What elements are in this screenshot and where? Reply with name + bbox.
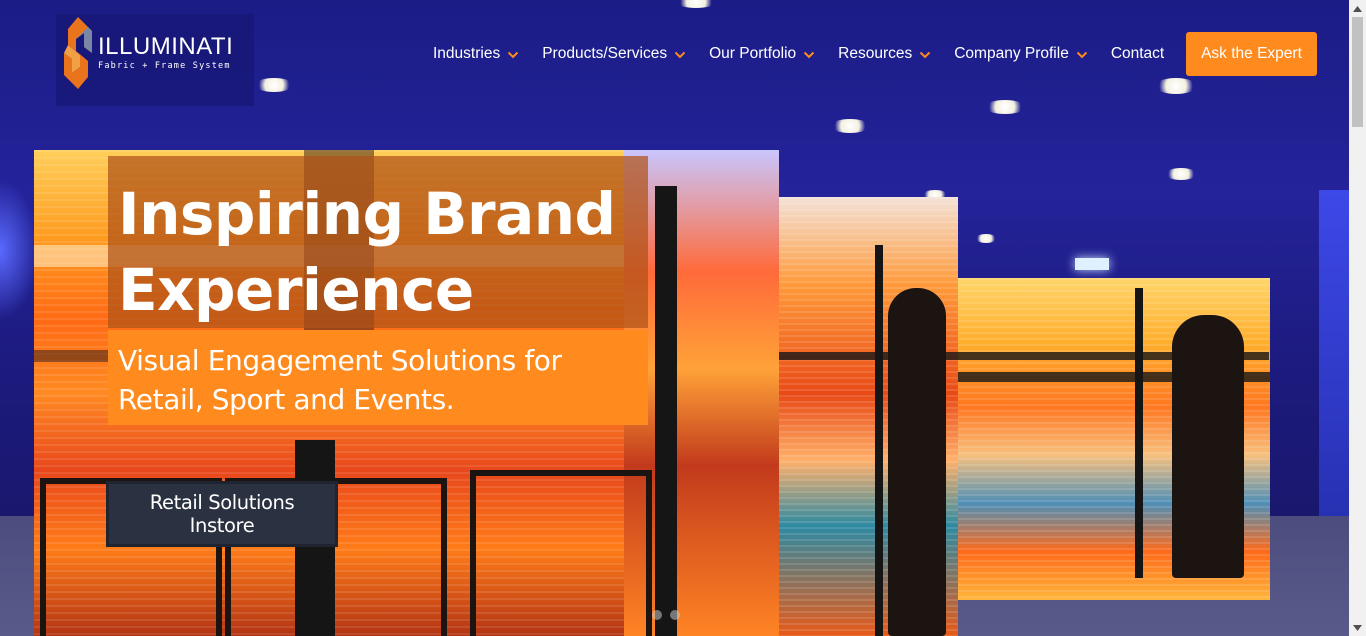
ceiling-light [985,100,1025,114]
chevron-down-icon [1076,48,1088,60]
nav-item-company-profile[interactable]: Company Profile [954,45,1088,63]
chevron-down-icon [674,48,686,60]
brand-logo[interactable]: ILLUMINATI Fabric + Frame System [64,17,233,89]
ceiling-light [975,234,997,243]
ask-the-expert-button[interactable]: Ask the Expert [1186,32,1317,76]
nav-item-label: Our Portfolio [709,45,797,62]
ceiling-light [831,119,869,133]
subheadline-line: Visual Engagement Solutions for [118,344,562,377]
chevron-down-icon [507,48,519,60]
retail-solutions-button[interactable]: Retail Solutions Instore [106,481,338,547]
headline-line: Experience [118,256,474,324]
nav-item-label: Contact [1110,45,1165,62]
nav-item-label: Products/Services [542,45,668,62]
exit-sign [1075,258,1109,270]
nav-item-label: Resources [838,45,913,62]
nav-item-label: Industries [433,45,501,62]
scroll-up-arrow-icon[interactable] [1349,0,1366,17]
hero-subheadline: Visual Engagement Solutions for Retail, … [118,341,628,419]
page-scrollbar[interactable] [1349,0,1366,636]
person-silhouette [888,288,946,636]
chevron-down-icon [919,48,931,60]
nav-item-label: Company Profile [954,45,1069,62]
nav-item-resources[interactable]: Resources [838,45,931,63]
ceiling-light [1155,78,1197,94]
ceiling-light [1165,168,1197,180]
nav-item-contact[interactable]: Contact [1111,45,1164,63]
ceiling-light [255,78,293,92]
scroll-down-arrow-icon[interactable] [1349,619,1366,636]
frame-post [1135,288,1143,578]
brand-tagline: Fabric + Frame System [98,61,231,71]
frame-post [875,245,883,636]
brand-name: ILLUMINATI [98,33,234,60]
nav-item-industries[interactable]: Industries [433,45,519,63]
scrollbar-thumb[interactable] [1352,17,1363,127]
illuminati-logo-icon [64,17,92,89]
slider-dots [652,610,680,620]
slider-dot[interactable] [652,610,662,620]
subheadline-line: Retail, Sport and Events. [118,383,455,416]
nav-item-our-portfolio[interactable]: Our Portfolio [709,45,815,63]
nav-item-products-services[interactable]: Products/Services [542,45,686,63]
chevron-down-icon [803,48,815,60]
wall-glow [1319,190,1349,530]
frame-post [655,186,677,636]
hero-headline: Inspiring Brand Experience [118,176,638,328]
main-navigation: Industries Products/Services Our Portfol… [433,44,1164,64]
headline-line: Inspiring Brand [118,180,616,248]
chair-silhouette [470,470,652,636]
person-silhouette [1172,315,1244,578]
slider-dot-active[interactable] [670,610,680,620]
ceiling-light [676,0,716,8]
